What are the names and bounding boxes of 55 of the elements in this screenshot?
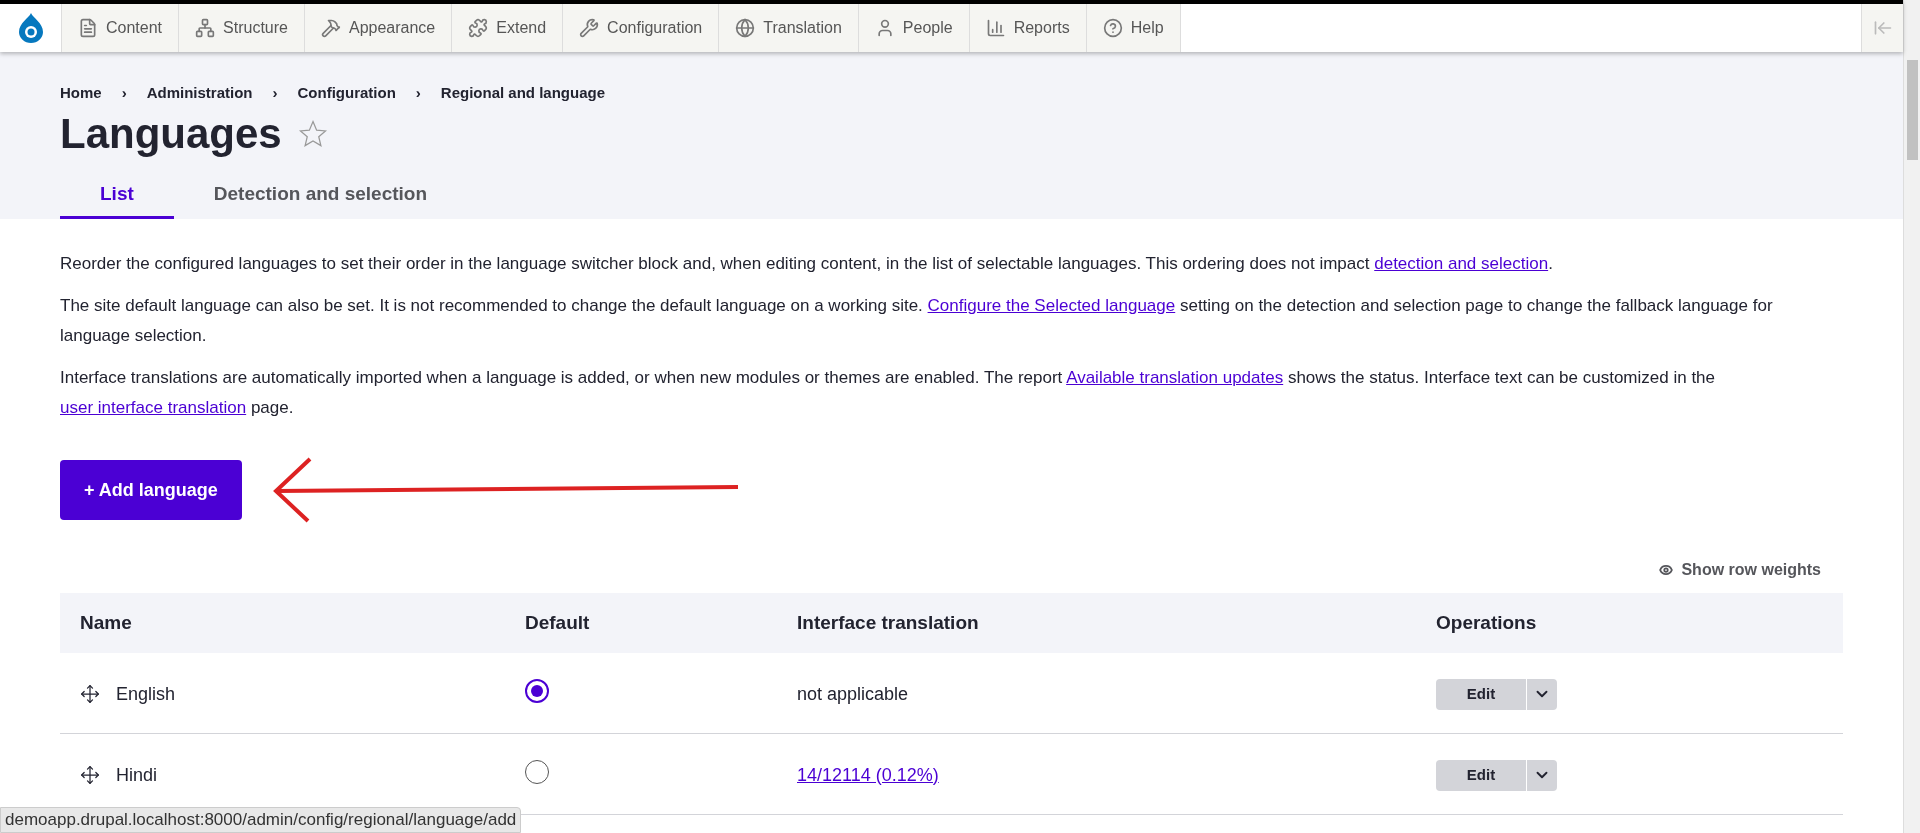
content-icon [78,18,98,38]
show-row-weights-button[interactable]: Show row weights [1659,554,1821,585]
text-link[interactable]: Configure the Selected language [927,295,1176,315]
breadcrumb-link[interactable]: Regional and language [440,82,606,105]
language-name: English [116,682,176,706]
breadcrumb-link[interactable]: Home [60,82,102,105]
breadcrumb-separator: › [121,83,127,103]
breadcrumb-link[interactable]: Administration [146,82,253,105]
description-paragraph: Interface translations are automatically imported when a language is added, or when new modules or themes are enabled. The report Available translation updates shows the status. Interface text can be customized in the user interface translation page. [60,366,1717,419]
toolbar-item[interactable]: Help [1086,4,1181,52]
column-header: Interface translation [796,610,980,635]
appearance-icon [320,18,341,38]
translation-icon [735,18,756,38]
default-radio[interactable] [525,678,549,703]
column-header: Operations [1435,610,1538,635]
toolbar-item[interactable]: Extend [452,4,564,52]
extend-icon [468,18,489,38]
page-title: Languages [60,108,282,159]
breadcrumb-separator: › [272,83,278,103]
operations-dropdown-button[interactable] [1526,759,1557,791]
column-header: Name [79,610,133,635]
drag-handle-icon[interactable] [80,764,100,785]
column-header: Default [524,610,591,635]
eye-icon [1659,562,1674,577]
toolbar-item[interactable]: Configuration [563,4,720,52]
help-icon [1102,18,1123,38]
toolbar-item[interactable]: Translation [719,4,859,52]
text-link[interactable]: user interface translation [60,397,247,417]
edit-button[interactable]: Edit [1436,759,1526,791]
breadcrumb-separator: › [415,83,421,103]
toolbar-item[interactable]: Reports [969,4,1087,52]
tab[interactable]: List [60,172,174,219]
status-url: demoapp.drupal.localhost:8000/admin/config/regional/language/add [0,807,522,833]
reports-icon [985,18,1006,38]
toolbar-item[interactable]: People [858,4,970,52]
breadcrumb-link[interactable]: Configuration [297,82,396,105]
translation-link[interactable]: 14/12114 (0.12%) [797,764,939,785]
add-language-button[interactable]: + Add language [60,459,242,520]
text-link[interactable]: detection and selection [1374,253,1549,273]
operations-dropdown-button[interactable] [1526,678,1557,710]
description-paragraph: Reorder the configured languages to set their order in the language switcher block and, when editing content, in the list of selectable languages. This ordering does not impact detection and selection. [60,252,1554,275]
configuration-icon [579,18,600,38]
drag-handle-icon[interactable] [80,683,100,704]
toolbar-item[interactable]: Structure [179,4,305,52]
star-icon[interactable] [297,118,328,149]
translation-status: not applicable [797,683,909,704]
toolbar-item[interactable]: Content [62,4,180,52]
edit-button[interactable]: Edit [1436,678,1526,710]
structure-icon [195,18,216,38]
description-paragraph: The site default language can also be set. It is not recommended to change the default language on a working site. Configure the Selected language setting on the detection and selection page to change the fallback language for language selection. [60,294,1774,347]
tab[interactable]: Detection and selection [173,172,468,219]
language-name: Hindi [116,763,158,787]
scrollbar[interactable] [1903,0,1920,833]
toolbar-item[interactable]: Appearance [304,4,453,52]
text-link[interactable]: Available translation updates [1066,367,1284,387]
